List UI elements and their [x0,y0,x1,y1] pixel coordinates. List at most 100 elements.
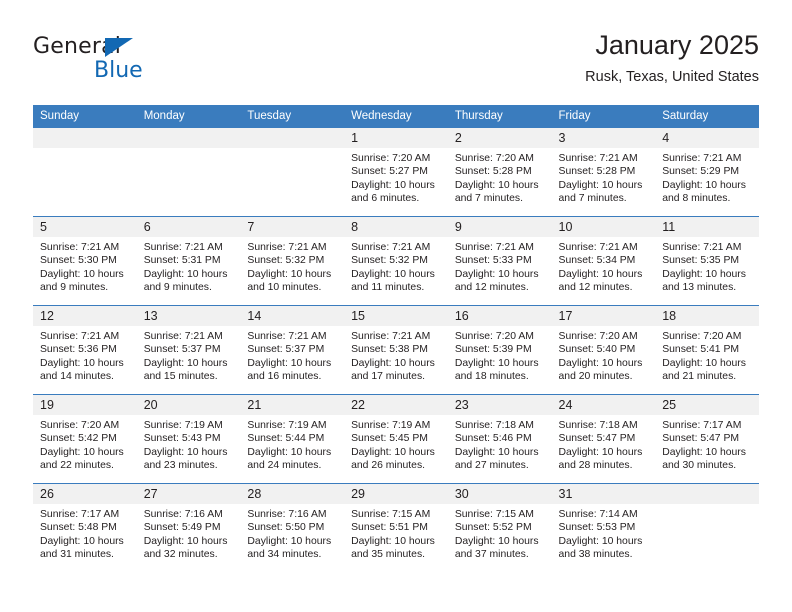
calendar-day-cell-empty [655,483,759,573]
calendar-day-cell[interactable]: 2 Sunrise: 7:20 AM Sunset: 5:28 PM Daylight… [447,127,552,217]
calendar-day-cell[interactable]: 15 Sunrise: 7:21 AM Sunset: 5:38 PM Dayligh… [344,305,448,395]
calendar-day-cell[interactable]: 27 Sunrise: 7:16 AM Sunset: 5:49 PM Dayligh… [136,483,241,573]
sunrise-text: Sunrise: 7:19 AM [247,420,327,431]
day-info: Sunrise: 7:18 AM Sunset: 5:46 PM Daylight:… [448,415,552,473]
day-info: Sunrise: 7:20 AM Sunset: 5:28 PM Daylight:… [448,148,552,206]
daylight-text-line1: Daylight: 10 hours [143,446,228,458]
daylight-text-line2: and 11 minutes. [351,282,425,294]
calendar-day-cell[interactable]: 28 Sunrise: 7:16 AM Sunset: 5:50 PM Dayligh… [240,483,345,573]
daylight-text-line1: Daylight: 10 hours [40,357,124,369]
calendar-day-cell[interactable]: 7 Sunrise: 7:21 AM Sunset: 5:32 PM Daylight… [240,216,345,306]
day-number: 31 [551,484,656,504]
sunrise-text: Sunrise: 7:20 AM [454,153,534,164]
day-info: Sunrise: 7:18 AM Sunset: 5:47 PM Daylight:… [552,415,656,473]
calendar-day-cell[interactable]: 10 Sunrise: 7:21 AM Sunset: 5:34 PM Dayligh… [551,216,656,306]
sunrise-text: Sunrise: 7:20 AM [40,420,120,431]
daylight-text-line1: Daylight: 10 hours [351,357,435,369]
calendar-body: 1 Sunrise: 7:20 AM Sunset: 5:27 PM Daylight… [33,127,759,573]
day-info: Sunrise: 7:21 AM Sunset: 5:34 PM Daylight:… [552,237,656,295]
sunset-text: Sunset: 5:29 PM [662,166,740,178]
sunrise-text: Sunrise: 7:21 AM [558,153,638,164]
daylight-text-line2: and 28 minutes. [558,460,633,472]
calendar-week-row: 26 Sunrise: 7:17 AM Sunset: 5:48 PM Dayligh… [33,483,759,573]
calendar-day-cell[interactable]: 13 Sunrise: 7:21 AM Sunset: 5:37 PM Dayligh… [136,305,241,395]
daylight-text-line2: and 30 minutes. [662,460,737,472]
day-info: Sunrise: 7:16 AM Sunset: 5:49 PM Daylight:… [137,504,241,562]
page-title: January 2025 [595,30,759,60]
daylight-text-line1: Daylight: 10 hours [247,446,332,458]
calendar-day-cell[interactable]: 4 Sunrise: 7:21 AM Sunset: 5:29 PM Daylight… [655,127,759,217]
calendar-day-cell[interactable]: 21 Sunrise: 7:19 AM Sunset: 5:44 PM Dayligh… [240,394,345,484]
sunset-text: Sunset: 5:48 PM [40,522,117,534]
brand-logo[interactable]: General Blue [33,34,233,92]
calendar-day-cell[interactable]: 17 Sunrise: 7:20 AM Sunset: 5:40 PM Dayligh… [551,305,656,395]
sunrise-text: Sunrise: 7:19 AM [351,420,431,431]
day-number: 21 [240,395,345,415]
sunrise-text: Sunrise: 7:21 AM [351,242,431,253]
sunrise-text: Sunrise: 7:19 AM [143,420,223,431]
day-info: Sunrise: 7:21 AM Sunset: 5:31 PM Daylight:… [137,237,241,295]
day-number: 15 [344,306,448,326]
calendar-day-cell[interactable]: 29 Sunrise: 7:15 AM Sunset: 5:51 PM Dayligh… [344,483,448,573]
day-number: 13 [136,306,241,326]
day-info: Sunrise: 7:21 AM Sunset: 5:37 PM Daylight:… [137,326,241,384]
weekday-header-tuesday: Tuesday [240,105,345,128]
calendar-day-cell[interactable]: 22 Sunrise: 7:19 AM Sunset: 5:45 PM Dayligh… [344,394,448,484]
day-number [33,128,137,148]
daylight-text-line1: Daylight: 10 hours [454,268,539,280]
daylight-text-line1: Daylight: 10 hours [143,535,228,547]
day-info: Sunrise: 7:15 AM Sunset: 5:52 PM Daylight:… [448,504,552,562]
sunset-text: Sunset: 5:31 PM [143,255,221,267]
day-info: Sunrise: 7:20 AM Sunset: 5:39 PM Daylight:… [448,326,552,384]
calendar-day-cell[interactable]: 30 Sunrise: 7:15 AM Sunset: 5:52 PM Dayligh… [447,483,552,573]
calendar-day-cell[interactable]: 1 Sunrise: 7:20 AM Sunset: 5:27 PM Daylight… [344,127,448,217]
day-number: 2 [447,128,552,148]
calendar-week-row: 19 Sunrise: 7:20 AM Sunset: 5:42 PM Dayligh… [33,394,759,484]
calendar-day-cell[interactable]: 3 Sunrise: 7:21 AM Sunset: 5:28 PM Daylight… [551,127,656,217]
day-number: 1 [344,128,448,148]
calendar-day-cell[interactable]: 8 Sunrise: 7:21 AM Sunset: 5:32 PM Daylight… [344,216,448,306]
daylight-text-line2: and 12 minutes. [558,282,633,294]
calendar-day-cell[interactable]: 24 Sunrise: 7:18 AM Sunset: 5:47 PM Dayligh… [551,394,656,484]
sunset-text: Sunset: 5:28 PM [454,166,532,178]
daylight-text-line2: and 7 minutes. [558,193,627,205]
calendar-day-cell[interactable]: 5 Sunrise: 7:21 AM Sunset: 5:30 PM Daylight… [33,216,137,306]
calendar-day-cell[interactable]: 26 Sunrise: 7:17 AM Sunset: 5:48 PM Dayligh… [33,483,137,573]
calendar-day-cell[interactable]: 18 Sunrise: 7:20 AM Sunset: 5:41 PM Dayligh… [655,305,759,395]
sunset-text: Sunset: 5:42 PM [40,433,117,445]
day-number: 26 [33,484,137,504]
day-info: Sunrise: 7:19 AM Sunset: 5:45 PM Daylight:… [344,415,448,473]
calendar-day-cell[interactable]: 25 Sunrise: 7:17 AM Sunset: 5:47 PM Dayligh… [655,394,759,484]
calendar-day-cell[interactable]: 19 Sunrise: 7:20 AM Sunset: 5:42 PM Dayligh… [33,394,137,484]
day-info: Sunrise: 7:20 AM Sunset: 5:27 PM Daylight:… [344,148,448,206]
calendar-day-cell[interactable]: 11 Sunrise: 7:21 AM Sunset: 5:35 PM Dayligh… [655,216,759,306]
daylight-text-line1: Daylight: 10 hours [143,357,228,369]
day-info: Sunrise: 7:21 AM Sunset: 5:29 PM Daylight:… [655,148,759,206]
calendar-day-cell[interactable]: 16 Sunrise: 7:20 AM Sunset: 5:39 PM Dayligh… [447,305,552,395]
calendar-day-cell[interactable]: 12 Sunrise: 7:21 AM Sunset: 5:36 PM Dayligh… [33,305,137,395]
day-info: Sunrise: 7:17 AM Sunset: 5:48 PM Daylight:… [33,504,137,562]
daylight-text-line1: Daylight: 10 hours [454,179,539,191]
daylight-text-line1: Daylight: 10 hours [662,268,746,280]
calendar-day-cell[interactable]: 14 Sunrise: 7:21 AM Sunset: 5:37 PM Dayligh… [240,305,345,395]
sunset-text: Sunset: 5:39 PM [454,344,532,356]
calendar-week-row: 5 Sunrise: 7:21 AM Sunset: 5:30 PM Daylight… [33,216,759,306]
daylight-text-line2: and 17 minutes. [351,371,426,383]
calendar-day-cell[interactable]: 20 Sunrise: 7:19 AM Sunset: 5:43 PM Dayligh… [136,394,241,484]
day-info: Sunrise: 7:21 AM Sunset: 5:37 PM Daylight:… [240,326,344,384]
day-number: 12 [33,306,137,326]
calendar-day-cell[interactable]: 23 Sunrise: 7:18 AM Sunset: 5:46 PM Dayligh… [447,394,552,484]
day-info: Sunrise: 7:21 AM Sunset: 5:35 PM Daylight:… [655,237,759,295]
daylight-text-line1: Daylight: 10 hours [662,179,746,191]
calendar-day-cell[interactable]: 6 Sunrise: 7:21 AM Sunset: 5:31 PM Daylight… [136,216,241,306]
weekday-header-thursday: Thursday [447,105,552,128]
calendar-day-cell[interactable]: 31 Sunrise: 7:14 AM Sunset: 5:53 PM Dayligh… [551,483,656,573]
daylight-text-line2: and 20 minutes. [558,371,633,383]
day-number: 30 [447,484,552,504]
weekday-header-monday: Monday [136,105,241,128]
day-number: 16 [447,306,552,326]
calendar-day-cell[interactable]: 9 Sunrise: 7:21 AM Sunset: 5:33 PM Daylight… [447,216,552,306]
title-block: January 2025 Rusk, Texas, United States [585,28,759,88]
sunrise-text: Sunrise: 7:21 AM [143,331,223,342]
day-number: 18 [655,306,759,326]
